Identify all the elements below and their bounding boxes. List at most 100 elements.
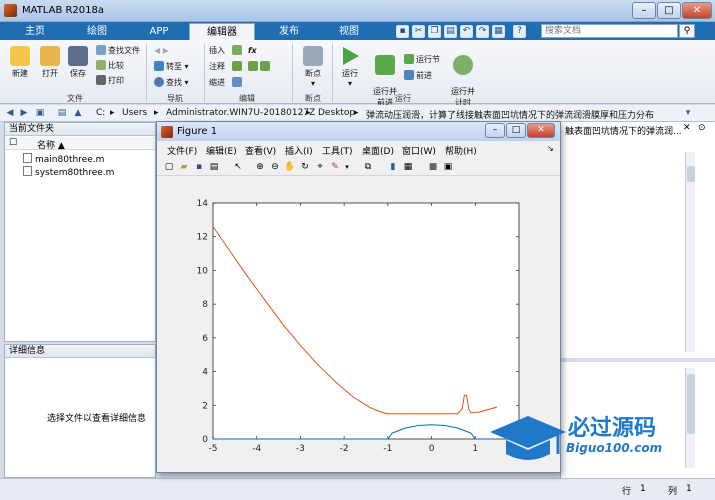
find-files-button[interactable]: 查找文件 [96,45,140,57]
menu-file[interactable]: 文件(F) [167,144,197,157]
insert-button[interactable]: 插入 [209,45,244,57]
tab-apps[interactable]: APP [132,23,186,40]
run-button[interactable]: 运行 ▾ [336,46,364,88]
status-bar: 行 1 列 1 [0,478,715,500]
fx-button[interactable]: fx [248,45,257,57]
redo-quick-icon[interactable]: ↷ [476,25,489,38]
hide-plot-tools-icon[interactable]: ■ [427,161,439,173]
tab-home[interactable]: 主页 [8,23,62,40]
browse-folder-icon[interactable]: ▤ [56,108,68,119]
path-segment[interactable]: Desktop [318,108,355,118]
scroll-thumb[interactable] [687,166,695,182]
menu-tools[interactable]: 工具(T) [322,144,353,157]
save-quick-icon[interactable]: ▪ [396,25,409,38]
editor-close-icon[interactable]: ✕ [683,123,691,133]
data-cursor-icon[interactable]: ⌖ [314,161,326,173]
switch-windows-icon[interactable]: ▦ [492,25,505,38]
nav-back-forward[interactable]: ◀ ▶ [154,45,169,57]
pan-hand-icon[interactable]: ✋ [284,161,296,173]
paste-quick-icon[interactable]: ▤ [444,25,457,38]
file-item[interactable]: system80three.m [23,166,114,178]
breakpoints-button[interactable]: 断点 ▾ [298,46,328,88]
menu-help[interactable]: 帮助(H) [445,144,477,157]
brush-dropdown-icon[interactable]: ▾ [341,161,353,173]
editor-tab-label[interactable]: 触表面凹坑情况下的弹流润... [565,124,682,137]
minimize-button[interactable]: – [632,2,656,19]
editor-divider [561,358,715,362]
watermark-text: 必过源码 [568,416,657,441]
save-button[interactable]: 保存 [64,46,92,79]
address-dropdown-icon[interactable]: ▾ [682,108,694,119]
tab-editor[interactable]: 编辑器 [189,23,255,40]
goto-button[interactable]: 转至 ▾ [154,61,189,73]
undo-quick-icon[interactable]: ↶ [460,25,473,38]
copy-quick-icon[interactable]: ❐ [428,25,441,38]
maximize-button[interactable]: □ [657,2,681,19]
group-label-breakpoints: 断点 [305,94,321,103]
menu-window[interactable]: 窗口(W) [402,144,436,157]
link-plot-icon[interactable]: ⧉ [362,161,374,173]
group-label-navigate: 导航 [167,94,183,103]
save-figure-icon[interactable]: ▪ [193,161,205,173]
editor-menu-icon[interactable]: ⊙ [698,123,706,133]
open-button[interactable]: 打开 [36,46,64,79]
open-file-icon[interactable]: ▰ [178,161,190,173]
indent-button[interactable]: 缩进 [209,77,244,89]
show-plot-tools-icon[interactable]: ▣ [442,161,454,173]
figure-title-bar[interactable]: Figure 1 – □ ✕ [157,122,560,141]
search-icon[interactable]: ⚲ [679,24,695,38]
rotate-3d-icon[interactable]: ↻ [299,161,311,173]
path-segment[interactable]: Users [122,108,147,118]
pointer-icon[interactable]: ↖ [232,161,244,173]
print-figure-icon[interactable]: ▤ [208,161,220,173]
edit-tools-icons[interactable] [248,61,272,73]
find-magnifier-icon [154,77,164,87]
editor-scrollbar[interactable] [685,152,695,352]
colorbar-icon[interactable]: ▮ [387,161,399,173]
ribbon: 新建 打开 保存 查找文件 比较 打印 文件 ◀ ▶ 转至 ▾ 查找 ▾ 导航 … [0,40,715,107]
menu-insert[interactable]: 插入(I) [285,144,313,157]
group-separator [332,44,333,102]
tab-view[interactable]: 视图 [322,23,376,40]
run-section-button[interactable]: 运行节 [404,54,440,66]
up-folder-icon[interactable]: ▣ [34,108,46,119]
group-separator [292,44,293,102]
y-tick-label: 14 [197,199,209,209]
print-button[interactable]: 打印 [96,75,124,87]
menu-dock-icon[interactable]: ↘ [547,144,554,153]
group-label-edit: 编辑 [239,94,255,103]
brush-icon[interactable]: ✎ [329,161,341,173]
advance-button[interactable]: 前进 [404,70,432,82]
new-button[interactable]: 新建 [6,46,34,79]
menu-edit[interactable]: 编辑(E) [206,144,237,157]
run-and-time-button[interactable]: 运行并 计时 [446,46,480,108]
figure-maximize-button[interactable]: □ [506,123,526,138]
name-column-header[interactable]: ☐ 名称 ▲ [5,137,155,151]
menu-view[interactable]: 查看(V) [245,144,276,157]
up-arrow-icon[interactable]: ▲ [72,108,84,119]
path-segment[interactable]: 弹流动压润滑，计算了线接触表面凹坑情况下的弹流润滑膜厚和压力分布 [366,108,676,121]
search-docs-input[interactable]: 搜索文档 [541,24,678,38]
zoom-in-icon[interactable]: ⊕ [254,161,266,173]
tab-plots[interactable]: 绘图 [70,23,124,40]
path-segment[interactable]: Administrator.WIN7U-20180127Z [166,108,315,118]
y-tick-label: 10 [197,266,209,276]
find-button[interactable]: 查找 ▾ [154,77,189,89]
back-icon[interactable]: ◀ [4,108,16,119]
close-button[interactable]: ✕ [682,2,712,19]
cut-quick-icon[interactable]: ✂ [412,25,425,38]
file-item[interactable]: main80three.m [23,153,104,165]
legend-icon[interactable]: ▦ [402,161,414,173]
forward-icon[interactable]: ▶ [18,108,30,119]
axes-box [212,202,520,440]
compare-button[interactable]: 比较 [96,60,124,72]
tab-publish[interactable]: 发布 [262,23,316,40]
path-segment[interactable]: C: [96,108,105,118]
new-figure-icon[interactable]: ▢ [163,161,175,173]
figure-minimize-button[interactable]: – [485,123,505,138]
comment-button[interactable]: 注释 [209,61,244,73]
zoom-out-icon[interactable]: ⊖ [269,161,281,173]
figure-close-button[interactable]: ✕ [527,123,555,138]
help-icon[interactable]: ? [513,25,526,38]
menu-desktop[interactable]: 桌面(D) [362,144,394,157]
